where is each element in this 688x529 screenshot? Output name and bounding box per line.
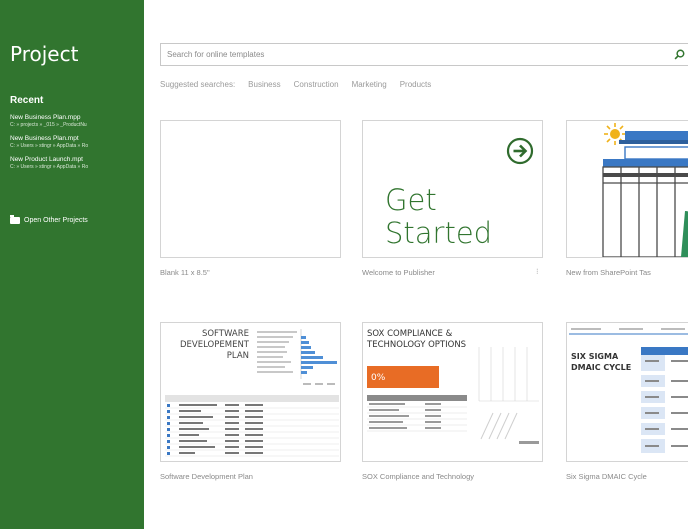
sidebar: Project Recent New Business Plan.mpp C: …	[0, 0, 144, 529]
recent-item[interactable]: New Business Plan.mpp C: » projects » _0…	[10, 114, 140, 129]
template-label: Welcome to Publisher	[362, 268, 435, 277]
thumb-title-line: DMAIC CYCLE	[571, 363, 632, 372]
thumb-title-line: TECHNOLOGY OPTIONS	[367, 340, 467, 350]
recent-item-path: C: » Users » stingr » AppData » Ro	[10, 143, 89, 149]
suggested-search-construction[interactable]: Construction	[294, 80, 339, 89]
template-label: Software Development Plan	[160, 472, 253, 481]
template-thumbnail	[160, 120, 341, 258]
get-started-heading: Get Started	[385, 184, 492, 250]
recent-item[interactable]: New Product Launch.mpt C: » Users » stin…	[10, 156, 140, 171]
template-label: New from SharePoint Tas	[566, 268, 651, 277]
task-table-thumbnail	[165, 395, 339, 457]
app-title: Project	[10, 42, 79, 66]
pin-icon[interactable]: ⁝	[536, 267, 539, 276]
thumb-title-line: SOFTWARE	[201, 329, 249, 339]
dmaic-table-thumbnail	[641, 347, 688, 453]
backstage-window: Project Recent New Business Plan.mpp C: …	[0, 0, 688, 529]
template-thumbnail: SIX SIGMA DMAIC CYCLE	[566, 322, 688, 462]
folder-open-icon	[10, 215, 20, 224]
compliance-chart-thumbnail	[478, 347, 539, 444]
recent-item-path: C: » projects » _015 » _ProductNu	[10, 122, 87, 128]
heading-line: Started	[385, 216, 493, 250]
recent-heading: Recent	[10, 95, 44, 106]
recent-item-path: C: » Users » stingr » AppData » Ro	[10, 164, 89, 170]
suggested-search-business[interactable]: Business	[248, 80, 280, 89]
thumb-title-line: PLAN	[226, 351, 249, 361]
gantt-bar-chart-thumbnail	[257, 329, 337, 385]
recent-item-name: New Business Plan.mpp	[10, 114, 81, 121]
recent-item[interactable]: New Business Plan.mpt C: » Users » sting…	[10, 135, 140, 150]
header-bar-thumbnail	[569, 328, 688, 335]
template-label: Six Sigma DMAIC Cycle	[566, 472, 647, 481]
search-box	[160, 43, 688, 66]
heading-line: Get	[385, 183, 437, 217]
open-other-projects-button[interactable]: Open Other Projects	[10, 215, 88, 224]
compliance-table-thumbnail	[367, 395, 467, 432]
suggested-searches: Suggested searches: Business Constructio…	[160, 80, 431, 89]
search-input[interactable]	[161, 50, 669, 59]
thumb-title: SOX COMPLIANCE & TECHNOLOGY OPTIONS	[367, 329, 466, 351]
template-thumbnail	[566, 120, 688, 258]
arrow-right-circle-icon	[506, 137, 534, 165]
template-label: Blank 11 x 8.5"	[160, 268, 210, 277]
suggested-searches-label: Suggested searches:	[160, 80, 236, 89]
suggested-search-products[interactable]: Products	[400, 80, 432, 89]
recent-item-name: New Product Launch.mpt	[10, 156, 83, 163]
thumb-title-line: SIX SIGMA	[571, 352, 619, 361]
main-panel: Suggested searches: Business Constructio…	[144, 0, 688, 529]
recent-item-name: New Business Plan.mpt	[10, 135, 79, 142]
template-thumbnail: SOX COMPLIANCE & TECHNOLOGY OPTIONS 0%	[362, 322, 543, 462]
recent-list: New Business Plan.mpp C: » projects » _0…	[10, 114, 140, 177]
thumb-title-line: SOX COMPLIANCE &	[367, 329, 453, 339]
template-thumbnail: Get Started	[362, 120, 543, 258]
thumb-title: SIX SIGMA DMAIC CYCLE	[571, 351, 631, 373]
progress-tile: 0%	[367, 366, 439, 388]
template-label: SOX Compliance and Technology	[362, 472, 475, 481]
thumb-title: SOFTWARE DEVELOPEMENT PLAN	[161, 329, 249, 362]
progress-percent: 0%	[371, 373, 386, 383]
thumb-title-line: DEVELOPEMENT	[180, 340, 249, 350]
search-icon[interactable]	[669, 45, 688, 65]
open-other-projects-label: Open Other Projects	[24, 217, 88, 224]
sharepoint-illustration	[602, 123, 688, 257]
template-thumbnail: SOFTWARE DEVELOPEMENT PLAN	[160, 322, 341, 462]
suggested-search-marketing[interactable]: Marketing	[352, 80, 387, 89]
